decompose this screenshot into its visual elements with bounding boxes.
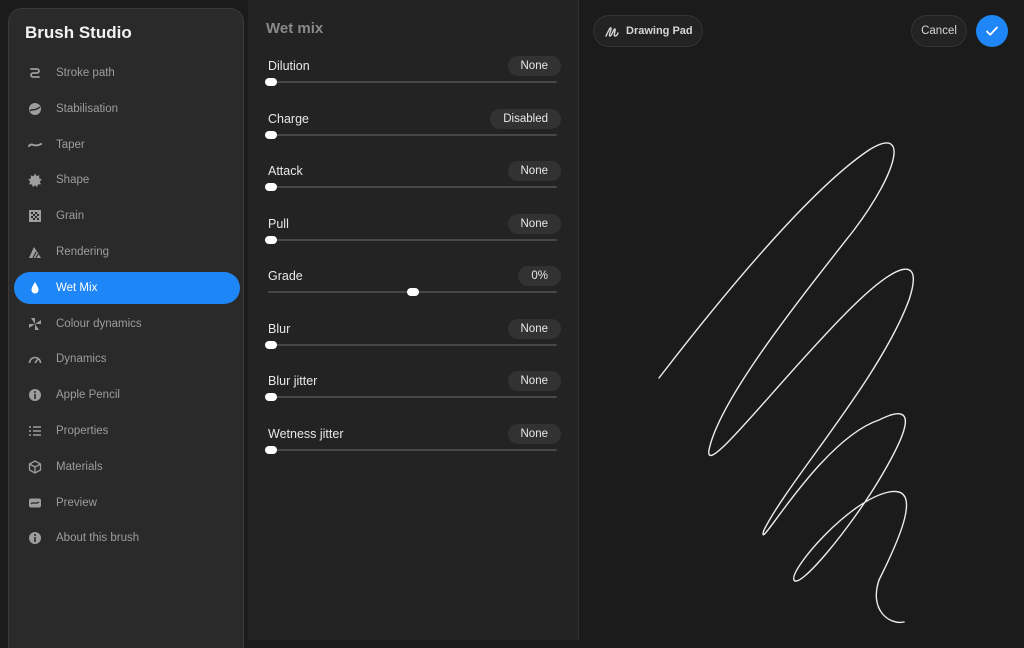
shape-icon <box>28 173 42 188</box>
setting-blur: Blur None <box>265 318 561 359</box>
sidebar-item-stabilisation[interactable]: Stabilisation <box>14 93 240 125</box>
sidebar-item-dynamics[interactable]: Dynamics <box>14 343 240 375</box>
setting-value-badge[interactable]: None <box>507 318 561 339</box>
sidebar-item-label: Properties <box>56 424 109 437</box>
setting-slider-thumb[interactable] <box>265 130 277 139</box>
setting-slider-track[interactable] <box>268 448 557 451</box>
sidebar-item-label: Grain <box>56 210 85 223</box>
sidebar-item-label: Materials <box>56 460 103 473</box>
setting-value-badge[interactable]: None <box>507 423 561 444</box>
setting-label: Wetness jitter <box>268 426 344 441</box>
setting-value-badge[interactable]: None <box>507 161 561 181</box>
setting-charge: Charge Disabled <box>265 108 561 149</box>
setting-attack: Attack None <box>265 161 561 201</box>
sidebar-item-colour-dynamics[interactable]: Colour dynamics <box>14 308 240 340</box>
setting-label: Grade <box>268 269 303 283</box>
sidebar-item-label: About this brush <box>56 532 140 545</box>
setting-slider-track[interactable] <box>268 396 557 398</box>
taper-icon <box>28 138 42 152</box>
setting-slider-track[interactable] <box>268 133 557 136</box>
sidebar-item-stroke-path[interactable]: Stroke path <box>14 57 240 89</box>
sidebar-item-label: Preview <box>56 496 97 509</box>
wet-mix-icon <box>28 281 42 295</box>
grain-icon <box>28 209 42 223</box>
about-icon <box>28 531 42 545</box>
setting-label: Attack <box>268 164 303 178</box>
sidebar-item-label: Colour dynamics <box>56 317 142 330</box>
setting-slider-thumb[interactable] <box>265 78 277 86</box>
setting-label: Dilution <box>268 59 310 73</box>
sidebar-item-apple-pencil[interactable]: Apple Pencil <box>14 379 240 411</box>
setting-value-badge[interactable]: 0% <box>518 266 561 286</box>
sidebar-item-about[interactable]: About this brush <box>14 522 240 554</box>
setting-slider-thumb[interactable] <box>265 183 277 191</box>
setting-slider-track[interactable] <box>268 81 557 83</box>
sidebar-item-taper[interactable]: Taper <box>14 129 240 161</box>
brush-stroke-preview <box>658 142 914 624</box>
setting-grade: Grade 0% <box>268 266 561 306</box>
setting-slider-thumb[interactable] <box>265 235 277 244</box>
setting-slider-thumb[interactable] <box>406 288 419 296</box>
rendering-icon <box>28 245 42 259</box>
setting-value-badge[interactable]: None <box>507 56 561 76</box>
colour-dynamics-icon <box>28 317 42 331</box>
setting-wetness-jitter: Wetness jitter None <box>265 423 561 464</box>
apple-pencil-icon <box>28 388 42 402</box>
setting-value-badge[interactable]: Disabled <box>490 108 561 129</box>
setting-label: Charge <box>268 111 309 126</box>
setting-label: Blur <box>268 321 291 336</box>
drawing-pad[interactable]: Drawing Pad Cancel <box>579 0 1024 640</box>
sidebar-item-label: Shape <box>56 174 90 187</box>
sidebar-nav: Stroke path Stabilisation Taper Shape Gr… <box>14 57 240 558</box>
sidebar-item-materials[interactable]: Materials <box>14 451 240 483</box>
sidebar-item-label: Taper <box>56 138 85 151</box>
setting-slider-track[interactable] <box>268 238 557 241</box>
setting-pull: Pull None <box>265 213 561 254</box>
setting-slider-thumb[interactable] <box>265 393 277 401</box>
materials-icon <box>28 460 42 474</box>
sidebar-item-preview[interactable]: Preview <box>14 487 240 519</box>
setting-slider-track[interactable] <box>268 343 557 346</box>
sidebar-item-label: Wet Mix <box>56 281 98 294</box>
properties-icon <box>28 424 42 438</box>
sidebar-item-label: Apple Pencil <box>56 389 120 402</box>
setting-label: Pull <box>268 216 289 231</box>
sidebar-item-grain[interactable]: Grain <box>14 200 240 232</box>
sidebar: Brush Studio Stroke path Stabilisation T… <box>8 8 244 648</box>
setting-label: Blur jitter <box>268 374 318 388</box>
sidebar-item-shape[interactable]: Shape <box>14 164 240 196</box>
setting-value-badge[interactable]: None <box>507 213 561 234</box>
setting-slider-thumb[interactable] <box>265 340 277 349</box>
sidebar-item-label: Rendering <box>56 245 110 258</box>
sidebar-item-label: Stabilisation <box>56 102 119 115</box>
panel-title: Wet mix <box>266 20 324 37</box>
stroke-path-icon <box>28 66 42 80</box>
setting-value-badge[interactable]: None <box>507 371 561 391</box>
sidebar-item-rendering[interactable]: Rendering <box>14 236 240 268</box>
sidebar-title: Brush Studio <box>25 23 132 42</box>
stabilisation-icon <box>28 102 42 116</box>
wet-mix-panel: Wet mix Dilution None Charge Disabled Attack… <box>248 0 578 640</box>
sidebar-item-wet-mix[interactable]: Wet Mix <box>14 271 240 304</box>
setting-slider-thumb[interactable] <box>265 445 277 454</box>
preview-icon <box>28 496 42 510</box>
setting-blur-jitter: Blur jitter None <box>265 371 561 411</box>
setting-slider-track[interactable] <box>268 186 557 188</box>
sidebar-item-label: Dynamics <box>56 353 107 366</box>
dynamics-icon <box>28 352 42 366</box>
sidebar-item-properties[interactable]: Properties <box>14 415 240 447</box>
setting-dilution: Dilution None <box>265 56 561 96</box>
sidebar-item-label: Stroke path <box>56 67 115 79</box>
